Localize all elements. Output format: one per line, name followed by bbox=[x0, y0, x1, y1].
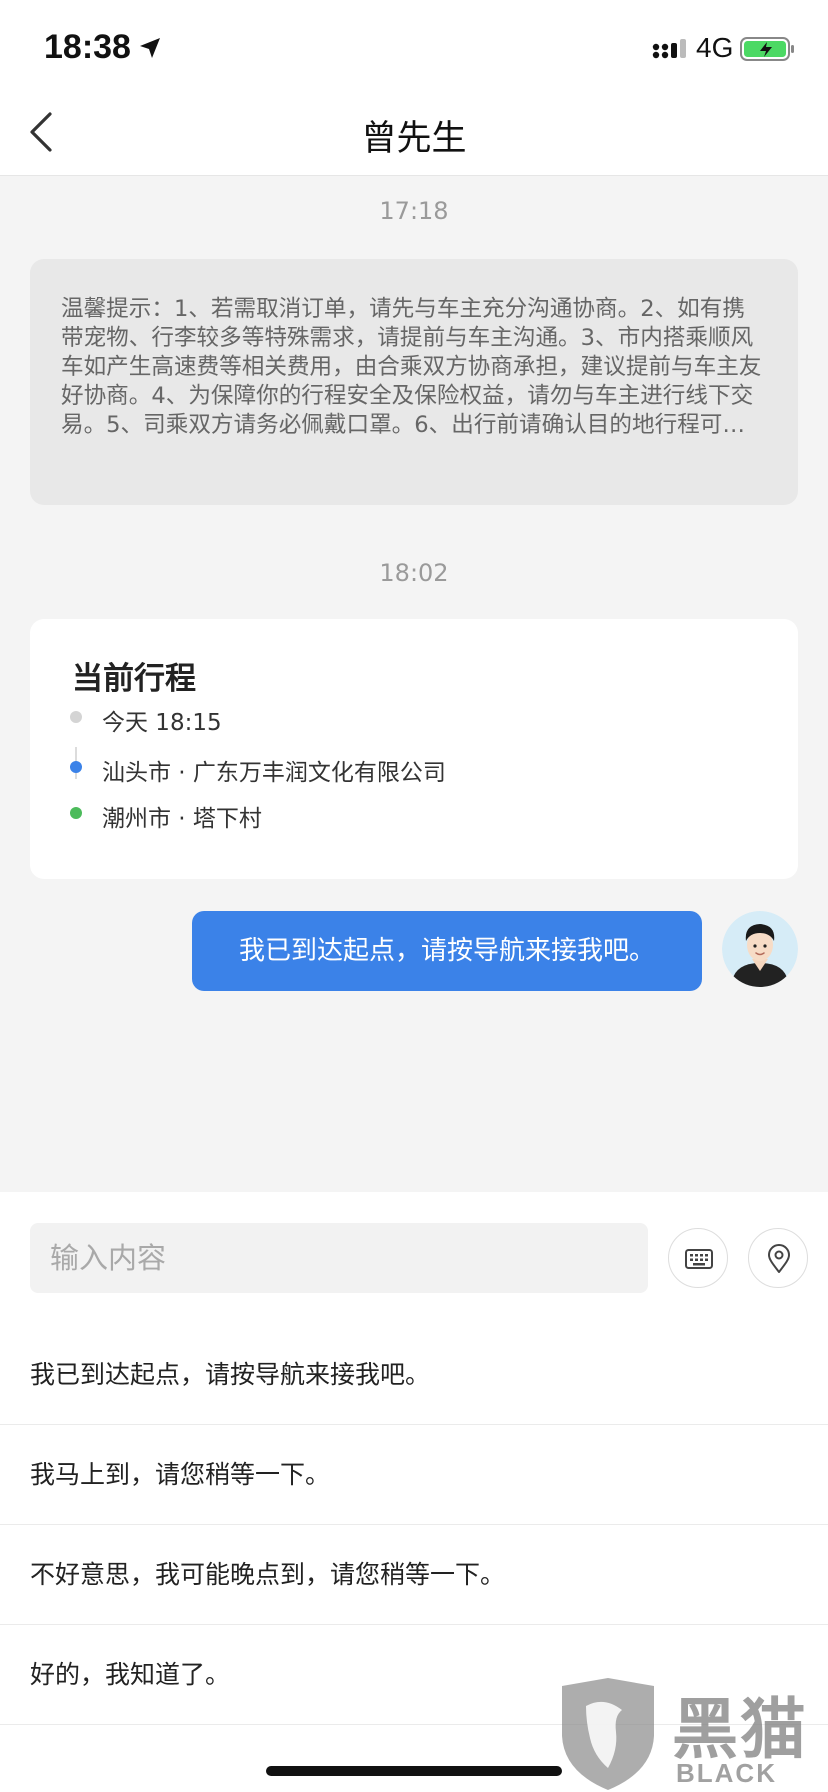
safety-notice-card: 温馨提示：1、若需取消订单，请先与车主充分沟通协商。2、如有携带宠物、行李较多等… bbox=[30, 259, 798, 505]
chat-timestamp: 18:02 bbox=[379, 559, 449, 587]
status-time: 18:38 bbox=[44, 28, 131, 66]
chat-area[interactable]: 17:18 温馨提示：1、若需取消订单，请先与车主充分沟通协商。2、如有携带宠物… bbox=[0, 177, 828, 1192]
trip-card-title: 当前行程 bbox=[72, 661, 196, 697]
user-avatar[interactable] bbox=[722, 911, 798, 987]
trip-end-location: 潮州市 · 塔下村 bbox=[102, 806, 262, 832]
nav-bar: 曾先生 bbox=[0, 88, 828, 176]
page-title: 曾先生 bbox=[361, 119, 467, 159]
quick-reply-item[interactable]: 不好意思，我可能晚点到，请您稍等一下。 bbox=[0, 1525, 828, 1625]
signal-icon bbox=[652, 39, 686, 59]
keyboard-button[interactable] bbox=[668, 1228, 728, 1288]
battery-icon bbox=[740, 37, 794, 61]
location-pin-icon bbox=[768, 1244, 790, 1273]
blackcat-watermark: 黑猫 BLACK CAT bbox=[556, 1676, 828, 1792]
quick-reply-item[interactable]: 我马上到，请您稍等一下。 bbox=[0, 1425, 828, 1525]
safety-notice-text: 温馨提示：1、若需取消订单，请先与车主充分沟通协商。2、如有携带宠物、行李较多等… bbox=[61, 296, 762, 438]
message-input[interactable] bbox=[30, 1223, 648, 1293]
quick-reply-list: 我已到达起点，请按导航来接我吧。 我马上到，请您稍等一下。 不好意思，我可能晚点… bbox=[0, 1325, 828, 1725]
trip-start-location: 汕头市 · 广东万丰润文化有限公司 bbox=[102, 760, 446, 786]
keyboard-icon bbox=[685, 1249, 713, 1269]
chat-timestamp: 17:18 bbox=[379, 197, 449, 225]
time-dot-icon bbox=[70, 711, 82, 723]
watermark-subtitle: BLACK CAT bbox=[676, 1758, 777, 1792]
location-arrow-icon bbox=[140, 38, 160, 58]
location-button[interactable] bbox=[748, 1228, 808, 1288]
sent-message-bubble[interactable]: 我已到达起点，请按导航来接我吧。 bbox=[192, 911, 702, 991]
current-trip-card[interactable]: 当前行程 今天 18:15 汕头市 · 广东万丰润文化有限公司 潮州市 · 塔下… bbox=[30, 619, 798, 879]
quick-reply-item[interactable]: 我已到达起点，请按导航来接我吧。 bbox=[0, 1325, 828, 1425]
start-point-dot-icon bbox=[70, 761, 82, 773]
trip-time: 今天 18:15 bbox=[102, 710, 222, 736]
end-point-dot-icon bbox=[70, 807, 82, 819]
status-bar: 18:38 4G bbox=[0, 0, 828, 88]
network-type: 4G bbox=[696, 32, 734, 63]
blackcat-shield-logo-icon bbox=[562, 1678, 654, 1790]
home-indicator[interactable] bbox=[266, 1766, 562, 1776]
